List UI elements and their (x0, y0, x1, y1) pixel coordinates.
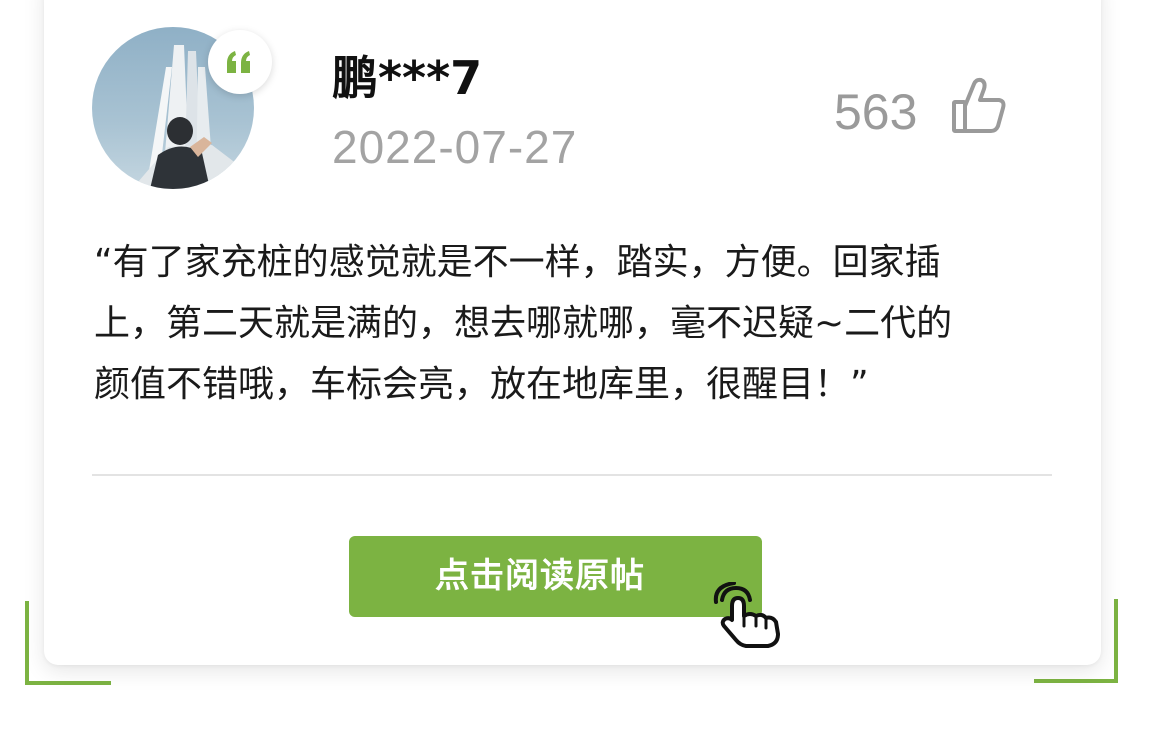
review-card-screen: 鹏***7 2022-07-27 563 “有了家充桩的感觉就是不一样，踏实，方… (0, 0, 1150, 753)
quote-badge (208, 30, 272, 94)
review-text: “有了家充桩的感觉就是不一样，踏实，方便。回家插 上，第二天就是满的，想去哪就哪… (94, 232, 1060, 415)
review-text-line: 上，第二天就是满的，想去哪就哪，毫不迟疑~二代的 (94, 303, 953, 344)
reviewer-name: 鹏***7 (332, 51, 483, 105)
quote-icon (227, 51, 250, 73)
review-text-line: 颜值不错哦，车标会亮，放在地库里，很醒目！” (94, 364, 869, 405)
thumbs-up-icon[interactable] (948, 76, 1008, 136)
like-count: 563 (834, 84, 918, 140)
review-date: 2022-07-27 (332, 121, 578, 173)
divider (92, 474, 1052, 476)
review-text-line: “有了家充桩的感觉就是不一样，踏实，方便。回家插 (94, 242, 941, 283)
read-original-button[interactable]: 点击阅读原帖 (349, 536, 762, 617)
hand-pointer-icon (708, 581, 788, 650)
